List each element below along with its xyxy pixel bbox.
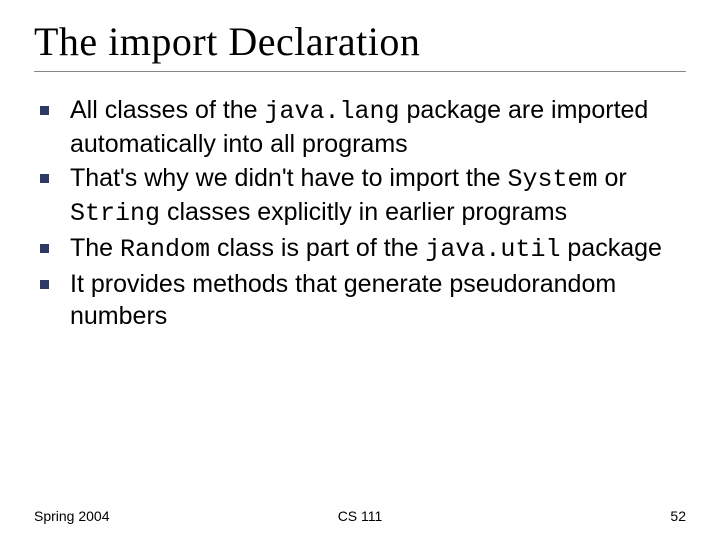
footer-center: CS 111 [338, 508, 383, 524]
bullet-text: That's why we didn't have to import the [70, 164, 508, 192]
bullet-text: It provides methods that generate pseudo… [70, 270, 616, 330]
code-text: java.util [425, 235, 560, 264]
code-text: Random [120, 235, 210, 264]
bullet-text: classes explicitly in earlier programs [160, 198, 567, 226]
square-bullet-icon [40, 174, 49, 183]
code-text: String [70, 199, 160, 228]
bullet-text: All classes of the [70, 96, 265, 124]
slide-footer: Spring 2004 CS 111 52 [34, 508, 686, 524]
code-text: java.lang [265, 97, 400, 126]
bullet-text: class is part of the [210, 234, 425, 262]
footer-right: 52 [670, 508, 686, 524]
bullet-text: The [70, 234, 120, 262]
slide-title: The import Declaration [34, 18, 686, 72]
list-item: It provides methods that generate pseudo… [70, 268, 686, 332]
footer-left: Spring 2004 [34, 508, 110, 524]
list-item: The Random class is part of the java.uti… [70, 232, 686, 266]
list-item: That's why we didn't have to import the … [70, 162, 686, 230]
square-bullet-icon [40, 244, 49, 253]
bullet-text: or [598, 164, 627, 192]
square-bullet-icon [40, 280, 49, 289]
bullet-text: package [560, 234, 661, 262]
square-bullet-icon [40, 106, 49, 115]
code-text: System [508, 165, 598, 194]
list-item: All classes of the java.lang package are… [70, 94, 686, 160]
bullet-list: All classes of the java.lang package are… [34, 94, 686, 332]
